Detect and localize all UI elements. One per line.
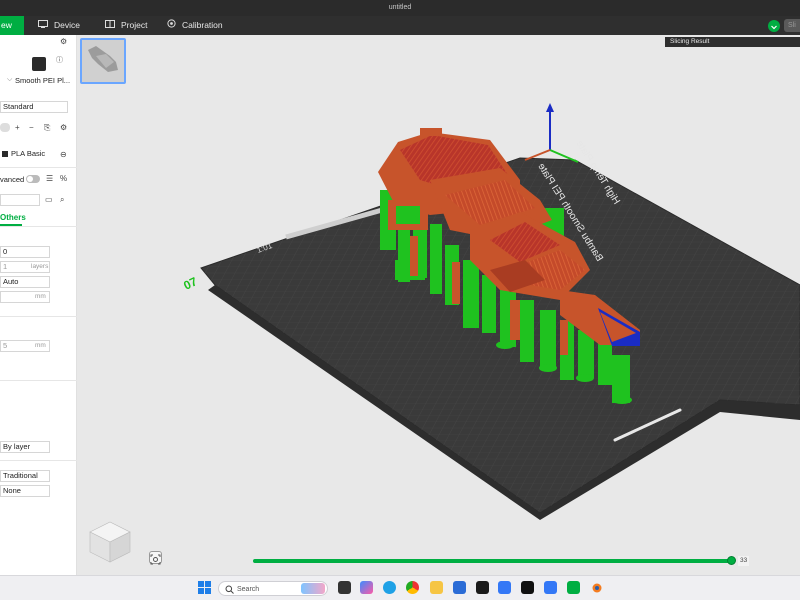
app-root: untitled ew Device Project Calibration S…: [0, 0, 800, 600]
unit-layers: layers: [31, 263, 49, 270]
os-taskbar: Search: [0, 575, 800, 600]
tab-others[interactable]: Others: [0, 213, 26, 222]
windows-start-icon[interactable]: [198, 581, 211, 594]
3d-viewport[interactable]: 07 1:01 Bambu Smooth PEI Plate High Temp…: [77, 35, 800, 575]
slicing-result-header[interactable]: Slicing Result: [665, 37, 800, 47]
setting-field-1[interactable]: 0: [0, 246, 50, 258]
setting-select-none[interactable]: None: [0, 485, 50, 497]
file-explorer-icon[interactable]: [430, 581, 443, 594]
save-preset-icon[interactable]: ⎘: [44, 123, 50, 133]
taskbar-search-placeholder: Search: [237, 586, 260, 593]
more-options-icon[interactable]: ⊖: [60, 150, 67, 160]
layer-slider-handle[interactable]: [727, 556, 736, 565]
setting-select-traditional[interactable]: Traditional: [0, 470, 50, 482]
plus-icon[interactable]: +: [15, 123, 20, 133]
search-settings-input[interactable]: [0, 194, 40, 206]
slice-controls: Sli: [766, 18, 800, 33]
view-cube[interactable]: [84, 518, 136, 564]
search-icon: [225, 585, 234, 594]
divider: [0, 316, 77, 317]
copilot-icon[interactable]: [360, 581, 373, 594]
layer-slider-value: 33: [738, 556, 750, 566]
blender-icon[interactable]: [590, 581, 603, 594]
list-icon[interactable]: ☰: [46, 174, 53, 184]
divider: [0, 380, 77, 381]
bambu-studio-icon[interactable]: [567, 581, 580, 594]
compare-icon[interactable]: %: [60, 174, 67, 184]
app-icon-blue-1[interactable]: [498, 581, 511, 594]
top-navigation: ew Device Project Calibration Sli: [0, 16, 800, 35]
build-plate-scene: 07 1:01 Bambu Smooth PEI Plate High Temp…: [181, 103, 800, 520]
axis-gizmo: [524, 103, 579, 163]
minus-icon[interactable]: −: [29, 123, 34, 133]
book-icon: [105, 16, 115, 35]
slice-plate-button[interactable]: Sli: [784, 19, 800, 32]
unit-mm: mm: [35, 342, 46, 349]
plate-toggle-pill[interactable]: [0, 123, 10, 132]
divider: [0, 167, 77, 168]
advanced-toggle[interactable]: [26, 175, 40, 183]
model-thumbnail-icon: [88, 46, 118, 72]
bed-corner-label: 07: [181, 274, 199, 292]
app-icon-blue-2[interactable]: [544, 581, 557, 594]
setting-select-by-layer[interactable]: By layer: [0, 441, 50, 453]
chevron-down-icon[interactable]: ⌵: [7, 75, 12, 85]
advanced-label: vanced: [0, 175, 25, 184]
divider: [0, 226, 77, 227]
tab-device-label: Device: [54, 20, 80, 30]
divider: [0, 460, 77, 461]
unit-mm: mm: [35, 293, 46, 300]
left-settings-panel: ⚙ ⓘ ⌵ Smooth PEI Pl... Standard + − ⎘ ⚙ …: [0, 35, 77, 575]
tab-calibration[interactable]: Calibration: [167, 16, 223, 35]
filament-color-swatch[interactable]: [2, 151, 8, 157]
build-plate-swatch[interactable]: [32, 57, 46, 71]
tab-prepare-label: ew: [1, 20, 12, 30]
process-preset-select[interactable]: Standard: [0, 101, 68, 113]
monitor-icon: [38, 16, 48, 35]
plate-thumbnail[interactable]: [80, 38, 126, 84]
tab-project-label: Project: [121, 20, 148, 30]
layer-slider-track[interactable]: [253, 559, 731, 563]
store-icon[interactable]: [453, 581, 466, 594]
info-icon[interactable]: ⓘ: [56, 56, 63, 66]
capcut-icon[interactable]: [476, 581, 489, 594]
folder-icon[interactable]: ▭: [45, 195, 53, 205]
settings-gear-icon[interactable]: ⚙: [60, 123, 67, 133]
app-icon-dark[interactable]: [521, 581, 534, 594]
tab-calibration-label: Calibration: [182, 20, 223, 30]
fit-view-button[interactable]: [149, 551, 162, 565]
slice-dropdown-button[interactable]: [768, 20, 780, 32]
search-icon[interactable]: ⌕: [60, 195, 64, 205]
gear-icon[interactable]: ⚙: [60, 37, 67, 47]
taskbar-search-input[interactable]: Search: [218, 581, 328, 596]
filament-select[interactable]: PLA Basic: [9, 149, 57, 161]
target-icon: [167, 16, 176, 35]
task-view-icon[interactable]: [338, 581, 351, 594]
chevron-down-icon: [771, 25, 777, 30]
tab-prepare[interactable]: ew: [0, 16, 24, 35]
chrome-icon[interactable]: [406, 581, 419, 594]
plate-type-label[interactable]: Smooth PEI Pl...: [15, 76, 70, 85]
edge-icon[interactable]: [383, 581, 396, 594]
search-highlight-icon: [301, 583, 325, 594]
tab-project[interactable]: Project: [105, 16, 147, 35]
focus-icon: [150, 554, 161, 565]
window-title: untitled: [388, 4, 412, 11]
setting-field-3[interactable]: Auto: [0, 276, 50, 288]
tab-device[interactable]: Device: [38, 16, 80, 35]
window-titlebar: untitled: [0, 0, 800, 16]
